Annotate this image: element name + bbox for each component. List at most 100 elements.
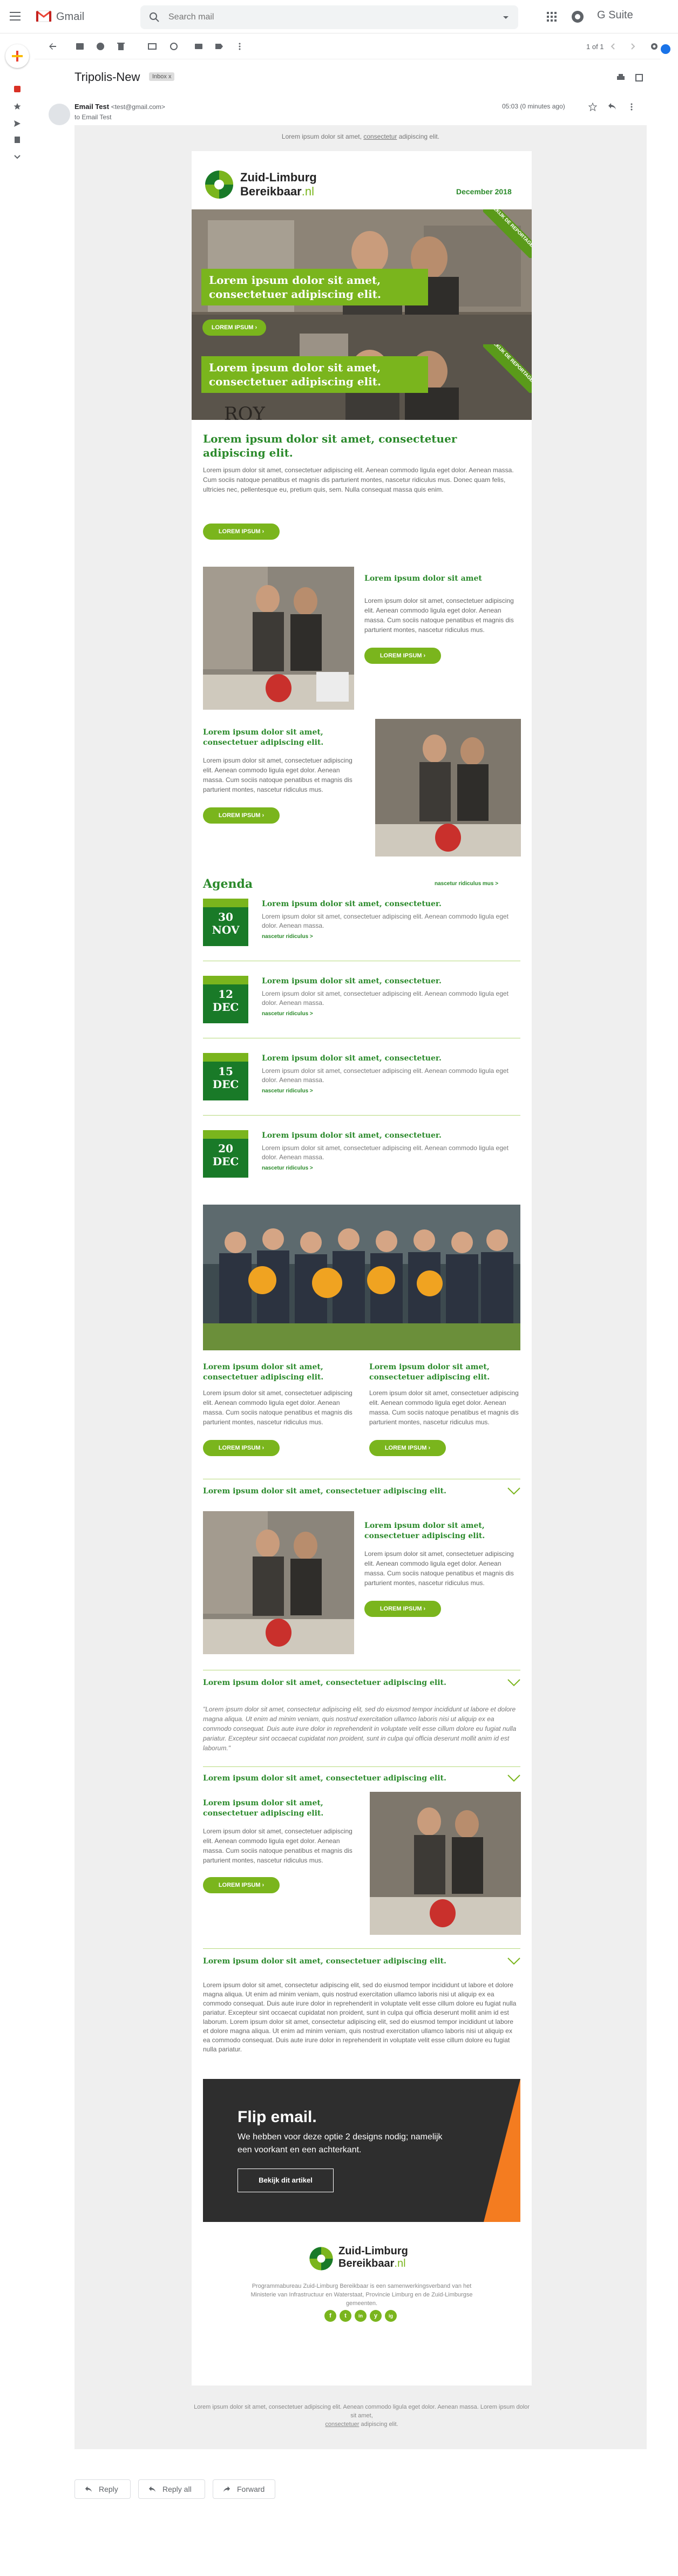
- brand-wordmark[interactable]: Zuid-Limburg Bereikbaar.nl: [240, 171, 317, 199]
- delete-icon[interactable]: [117, 42, 125, 51]
- hero-ribbon-bottom[interactable]: BEKIJK DE REPORTAGE: [483, 344, 532, 393]
- agenda-item-title: Lorem ipsum dolor sit amet, consectetuer…: [262, 1131, 442, 1140]
- chevron-down-icon[interactable]: [507, 1775, 520, 1782]
- agenda-month: DEC: [212, 1155, 239, 1168]
- back-arrow-icon[interactable]: [49, 42, 57, 51]
- snooze-icon[interactable]: [170, 42, 178, 51]
- search-input[interactable]: [168, 11, 482, 24]
- footer-wordmark[interactable]: Zuid-Limburg Bereikbaar.nl: [338, 2245, 408, 2270]
- agenda-more-link[interactable]: nascetur ridiculus mus >: [435, 881, 498, 887]
- agenda-item-link[interactable]: nascetur ridiculus >: [262, 1088, 313, 1094]
- search-icon[interactable]: [149, 12, 160, 23]
- col1-cta-label: LOREM IPSUM: [218, 1445, 261, 1451]
- agenda-date-badge: 20 DEC: [203, 1130, 248, 1178]
- reply-icon[interactable]: [608, 103, 616, 111]
- main-menu-icon[interactable]: [10, 12, 21, 21]
- preheader-link[interactable]: consectetur: [363, 133, 397, 140]
- sent-icon[interactable]: [13, 120, 21, 127]
- feature2-cta-button[interactable]: LOREM IPSUM ›: [203, 807, 280, 824]
- col2-cta-button[interactable]: LOREM IPSUM ›: [369, 1440, 446, 1456]
- accordion-header[interactable]: Lorem ipsum dolor sit amet, consectetuer…: [203, 1774, 446, 1783]
- avatar: [49, 104, 70, 125]
- reply-all-button[interactable]: Reply all: [138, 2479, 205, 2499]
- accordion-header[interactable]: Lorem ipsum dolor sit amet, consectetuer…: [203, 1678, 446, 1687]
- agenda-item-link[interactable]: nascetur ridiculus >: [262, 934, 313, 940]
- group-photo[interactable]: [203, 1205, 520, 1350]
- more-chevron-icon[interactable]: [13, 153, 21, 161]
- preheader-text: Lorem ipsum dolor sit amet,: [281, 133, 364, 140]
- agenda-item-link[interactable]: nascetur ridiculus >: [262, 1011, 313, 1017]
- ribbon-text-2: BEKIJK DE REPORTAGE: [483, 344, 532, 393]
- plus-icon: [12, 51, 23, 62]
- open-new-window-icon[interactable]: [635, 73, 643, 82]
- apps-grid-icon[interactable]: [545, 10, 558, 23]
- agenda-date-badge: 15 DEC: [203, 1053, 248, 1100]
- chevron-down-icon[interactable]: [507, 1487, 520, 1495]
- gmail-logo-icon[interactable]: [36, 10, 52, 23]
- star-icon[interactable]: [13, 103, 21, 110]
- accordion1-cta-button[interactable]: LOREM IPSUM ›: [364, 1601, 441, 1617]
- zuid-limburg-logo-icon[interactable]: [203, 168, 235, 201]
- bottom-text-link[interactable]: consectetuer: [325, 2421, 359, 2428]
- inbox-label-chip[interactable]: Inbox x: [149, 72, 175, 81]
- intro-text: Lorem ipsum dolor sit amet, consectetuer…: [203, 466, 514, 493]
- chevron-down-icon[interactable]: [507, 1679, 520, 1687]
- flip-cta-button[interactable]: Bekijk dit artikel: [238, 2169, 334, 2192]
- hero-ribbon-top[interactable]: BEKIJK DE REPORTAGE: [483, 209, 532, 258]
- accordion1-photo[interactable]: [203, 1511, 354, 1654]
- drafts-icon[interactable]: [13, 136, 21, 144]
- more-vert-icon[interactable]: [235, 42, 244, 51]
- more-options-icon[interactable]: [627, 103, 636, 111]
- preheader-tail: adipiscing elit.: [397, 133, 440, 140]
- intro-cta-button[interactable]: LOREM IPSUM ›: [203, 524, 280, 540]
- account-circle-icon[interactable]: [571, 10, 584, 23]
- mark-unread-icon[interactable]: [148, 42, 157, 51]
- accordion3-cta-label: LOREM IPSUM: [218, 1882, 261, 1888]
- long-text: Lorem ipsum dolor sit amet, consectetur …: [203, 1981, 517, 2053]
- print-icon[interactable]: [616, 73, 625, 82]
- recipient-line[interactable]: to Email Test: [74, 113, 111, 121]
- twitter-icon[interactable]: t: [340, 2310, 351, 2322]
- forward-button[interactable]: Forward: [213, 2479, 275, 2499]
- label-icon[interactable]: [215, 42, 223, 51]
- settings-gear-icon[interactable]: [650, 42, 659, 51]
- chevron-down-icon[interactable]: [507, 1958, 520, 1965]
- star-outline-icon[interactable]: [588, 103, 597, 111]
- hero-cta-button[interactable]: LOREM IPSUM ›: [202, 320, 266, 336]
- youtube-icon[interactable]: y: [370, 2310, 382, 2322]
- instagram-icon[interactable]: ig: [385, 2310, 397, 2322]
- feature2-photo[interactable]: [375, 719, 521, 857]
- archive-icon[interactable]: [76, 42, 84, 51]
- accordion-header[interactable]: Lorem ipsum dolor sit amet, consectetuer…: [203, 1957, 446, 1966]
- agenda-item-link[interactable]: nascetur ridiculus >: [262, 1165, 313, 1171]
- facebook-icon[interactable]: f: [324, 2310, 336, 2322]
- feature1-cta-button[interactable]: LOREM IPSUM ›: [364, 648, 441, 664]
- tasks-icon[interactable]: [661, 44, 670, 54]
- flip-email-block[interactable]: Flip email. We hebben voor deze optie 2 …: [203, 2079, 520, 2222]
- left-rail: [0, 33, 35, 217]
- search-options-icon[interactable]: [503, 16, 509, 19]
- footer-logo-icon[interactable]: [308, 2245, 335, 2272]
- agenda-item-title: Lorem ipsum dolor sit amet, consectetuer…: [262, 1054, 442, 1063]
- hero-photo[interactable]: ROY Lorem ipsum dolor sit amet, consecte…: [192, 209, 532, 420]
- newer-chevron-icon[interactable]: [609, 42, 618, 51]
- col1-cta-button[interactable]: LOREM IPSUM ›: [203, 1440, 280, 1456]
- compose-button[interactable]: [5, 44, 29, 68]
- accordion3-photo[interactable]: [370, 1792, 521, 1935]
- linkedin-icon[interactable]: in: [355, 2310, 367, 2322]
- search-bar[interactable]: [140, 5, 518, 29]
- accordion-header[interactable]: Lorem ipsum dolor sit amet, consectetuer…: [203, 1487, 446, 1496]
- move-to-icon[interactable]: [194, 42, 203, 51]
- report-spam-icon[interactable]: [96, 42, 105, 51]
- footer-text: Programmabureau Zuid-Limburg Bereikbaar …: [250, 2283, 473, 2307]
- reply-button[interactable]: Reply: [74, 2479, 131, 2499]
- people-photo-illustration: [203, 1511, 354, 1654]
- inbox-icon[interactable]: [13, 85, 21, 93]
- agenda-day: 12: [218, 988, 233, 1001]
- sender-line: Email Test <test@gmail.com>: [74, 103, 165, 111]
- feature1-photo[interactable]: [203, 567, 354, 710]
- accordion3-cta-button[interactable]: LOREM IPSUM ›: [203, 1877, 280, 1893]
- older-chevron-icon[interactable]: [628, 42, 637, 51]
- gsuite-logo[interactable]: G Suite: [597, 9, 633, 22]
- col1-text: Lorem ipsum dolor sit amet, consectetuer…: [203, 1389, 352, 1426]
